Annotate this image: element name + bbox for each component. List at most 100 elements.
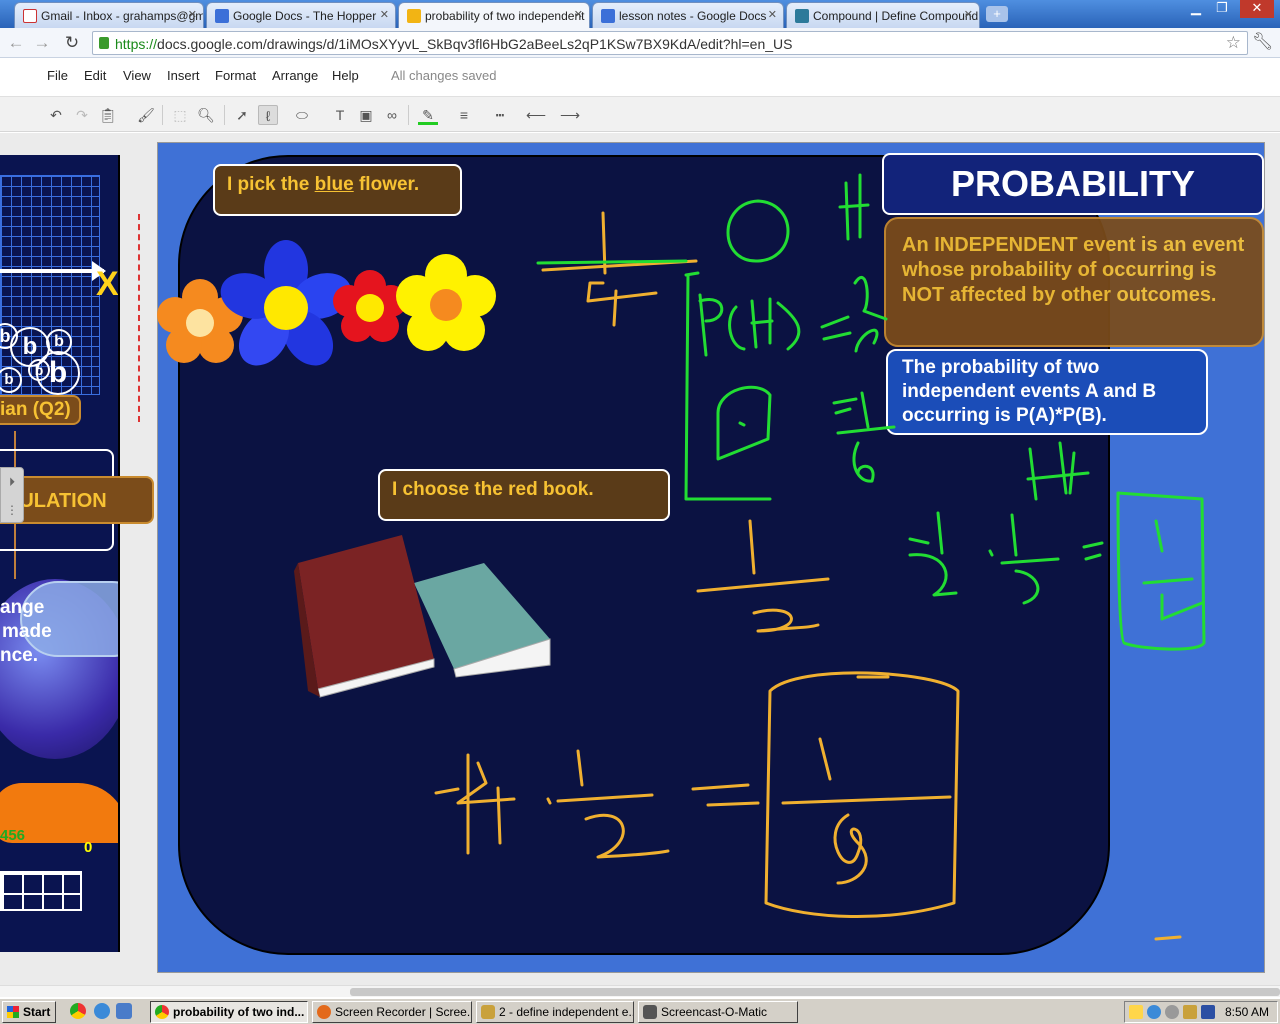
median-label: ian (Q2) [0,395,81,425]
close-icon[interactable]: ✕ [380,8,389,21]
task-screencast-o-matic[interactable]: Screencast-O-Matic [638,1001,798,1023]
line-weight-icon[interactable]: ≡ [454,105,474,125]
orange-ink [434,211,1182,941]
drawing-toolbar: ↶ ↷ 📋︎ 🖌︎ ⬚ 🔍︎ ➚ ℓ ⬭ T ▣ ∞ ✎ ≡ ┅ ⟵ ⟶ [0,96,1280,132]
tray-monitor-icon[interactable] [1201,1005,1215,1019]
firefox-icon [317,1005,331,1019]
wrench-icon[interactable]: 🔧︎ [1252,32,1274,52]
previous-slide-preview[interactable]: X b b b b b b ian (Q2) ecting ange made … [0,155,120,952]
zoom-fit-icon[interactable]: ⬚ [170,105,190,125]
bubble: b [36,351,80,395]
gmail-icon [23,9,37,23]
line-color-icon[interactable]: ✎ [418,105,438,125]
line-end-icon[interactable]: ⟶ [560,105,580,125]
scrollbar-thumb[interactable] [350,988,1280,996]
menu-insert[interactable]: Insert [167,68,200,83]
menu-file[interactable]: File [47,68,68,83]
tab-the-hopper[interactable]: Google Docs - The Hopper ✕ [206,2,396,28]
tab-label: Google Docs - The Hopper [233,9,377,23]
window-close-icon[interactable]: ✕ [1240,0,1274,18]
menu-view[interactable]: View [123,68,151,83]
clock: 8:50 AM [1224,1005,1269,1019]
dictionary-icon [795,9,809,23]
save-status: All changes saved [391,68,497,83]
x-axis-label: X [96,265,119,303]
task-probability[interactable]: probability of two ind... [150,1001,308,1023]
change-text-line: made [2,621,52,642]
back-icon[interactable]: ← [6,33,26,53]
new-tab-button[interactable]: + [986,6,1008,22]
desktop-icon[interactable] [116,1003,132,1019]
tab-label: lesson notes - Google Docs [619,9,767,23]
start-button[interactable]: Start [2,1001,56,1023]
task-define-independent[interactable]: 2 - define independent e... [476,1001,634,1023]
chrome-icon[interactable] [70,1003,86,1019]
tab-label: probability of two independent [425,9,585,23]
close-icon[interactable]: ✕ [768,8,777,21]
system-tray: 8:50 AM [1124,1001,1278,1023]
image-icon[interactable]: ▣ [356,105,376,125]
digits-text: 456 [0,827,26,844]
chrome-icon [155,1005,169,1019]
menu-arrange[interactable]: Arrange [272,68,318,83]
link-icon[interactable]: ∞ [382,105,402,125]
guide-line [138,214,140,422]
menu-edit[interactable]: Edit [84,68,106,83]
tab-probability-drawing[interactable]: probability of two independent ✕ [398,2,590,29]
digits-text: 0 [84,839,93,856]
handwritten-ink-layer [434,173,1206,941]
close-icon[interactable]: ✕ [964,8,973,21]
lock-icon [99,37,109,49]
change-text-line: ange [0,597,45,618]
task-label: 2 - define independent e... [499,1005,634,1019]
shape-icon[interactable]: ⬭ [292,105,312,125]
tab-label: Compound | Define Compound [813,9,979,23]
tab-lesson-notes[interactable]: lesson notes - Google Docs ✕ [592,2,784,28]
green-ink [536,173,1206,651]
close-icon[interactable]: ✕ [574,8,583,21]
close-icon[interactable]: ✕ [188,8,197,21]
task-label: Screencast-O-Matic [661,1005,768,1019]
toolbar-divider [408,105,409,125]
table-grid [0,871,82,911]
url-text: https://docs.google.com/drawings/d/1iMOs… [115,36,792,52]
side-panel-handle-icon[interactable]: ⏵ ⋮ [0,467,24,523]
undo-icon[interactable]: ↶ [46,105,66,125]
address-bar[interactable]: https://docs.google.com/drawings/d/1iMOs… [92,31,1248,55]
tab-compound-define[interactable]: Compound | Define Compound ✕ [786,2,980,28]
internet-explorer-icon[interactable] [94,1003,110,1019]
minimize-icon[interactable]: ▁ [1182,0,1210,18]
zoom-icon[interactable]: 🔍︎ [196,105,216,125]
url-path: docs.google.com/drawings/d/1iMOsXYyvL_Sk… [157,36,793,52]
forward-icon[interactable]: → [32,33,52,53]
tab-gmail[interactable]: Gmail - Inbox - grahamps@gm ✕ [14,2,204,28]
line-dash-icon[interactable]: ┅ [490,105,510,125]
paint-format-icon[interactable]: 🖌︎ [136,105,156,125]
bookmark-star-icon[interactable]: ☆ [1226,33,1241,53]
document-icon [481,1005,495,1019]
horizontal-scrollbar[interactable] [0,985,1280,997]
toolbar-divider [224,105,225,125]
reload-icon[interactable]: ↻ [62,33,82,53]
tab-label: Gmail - Inbox - grahamps@gm [41,9,204,23]
redo-icon[interactable]: ↷ [72,105,92,125]
menu-format[interactable]: Format [215,68,256,83]
menu-help[interactable]: Help [332,68,359,83]
url-protocol: https:// [115,36,158,52]
drawing-canvas[interactable]: I pick the blue flower. I choose the red… [157,142,1265,973]
tray-app-icon[interactable] [1183,1005,1197,1019]
x-axis-arrow [0,269,104,273]
scribble-icon[interactable]: ℓ [258,105,278,125]
tray-sync-icon[interactable] [1165,1005,1179,1019]
text-box-icon[interactable]: T [330,105,350,125]
tray-network-icon[interactable] [1147,1005,1161,1019]
paste-icon[interactable]: 📋︎ [98,105,118,125]
tray-folder-icon[interactable] [1129,1005,1143,1019]
select-arrow-icon[interactable]: ➚ [232,105,252,125]
line-start-icon[interactable]: ⟵ [526,105,546,125]
navigation-bar: ← → ↻ https://docs.google.com/drawings/d… [0,28,1280,58]
google-docs-icon [601,9,615,23]
restore-icon[interactable]: ❐ [1208,0,1236,18]
windows-taskbar: Start probability of two ind... Screen R… [0,998,1280,1024]
task-screen-recorder[interactable]: Screen Recorder | Scree... [312,1001,472,1023]
